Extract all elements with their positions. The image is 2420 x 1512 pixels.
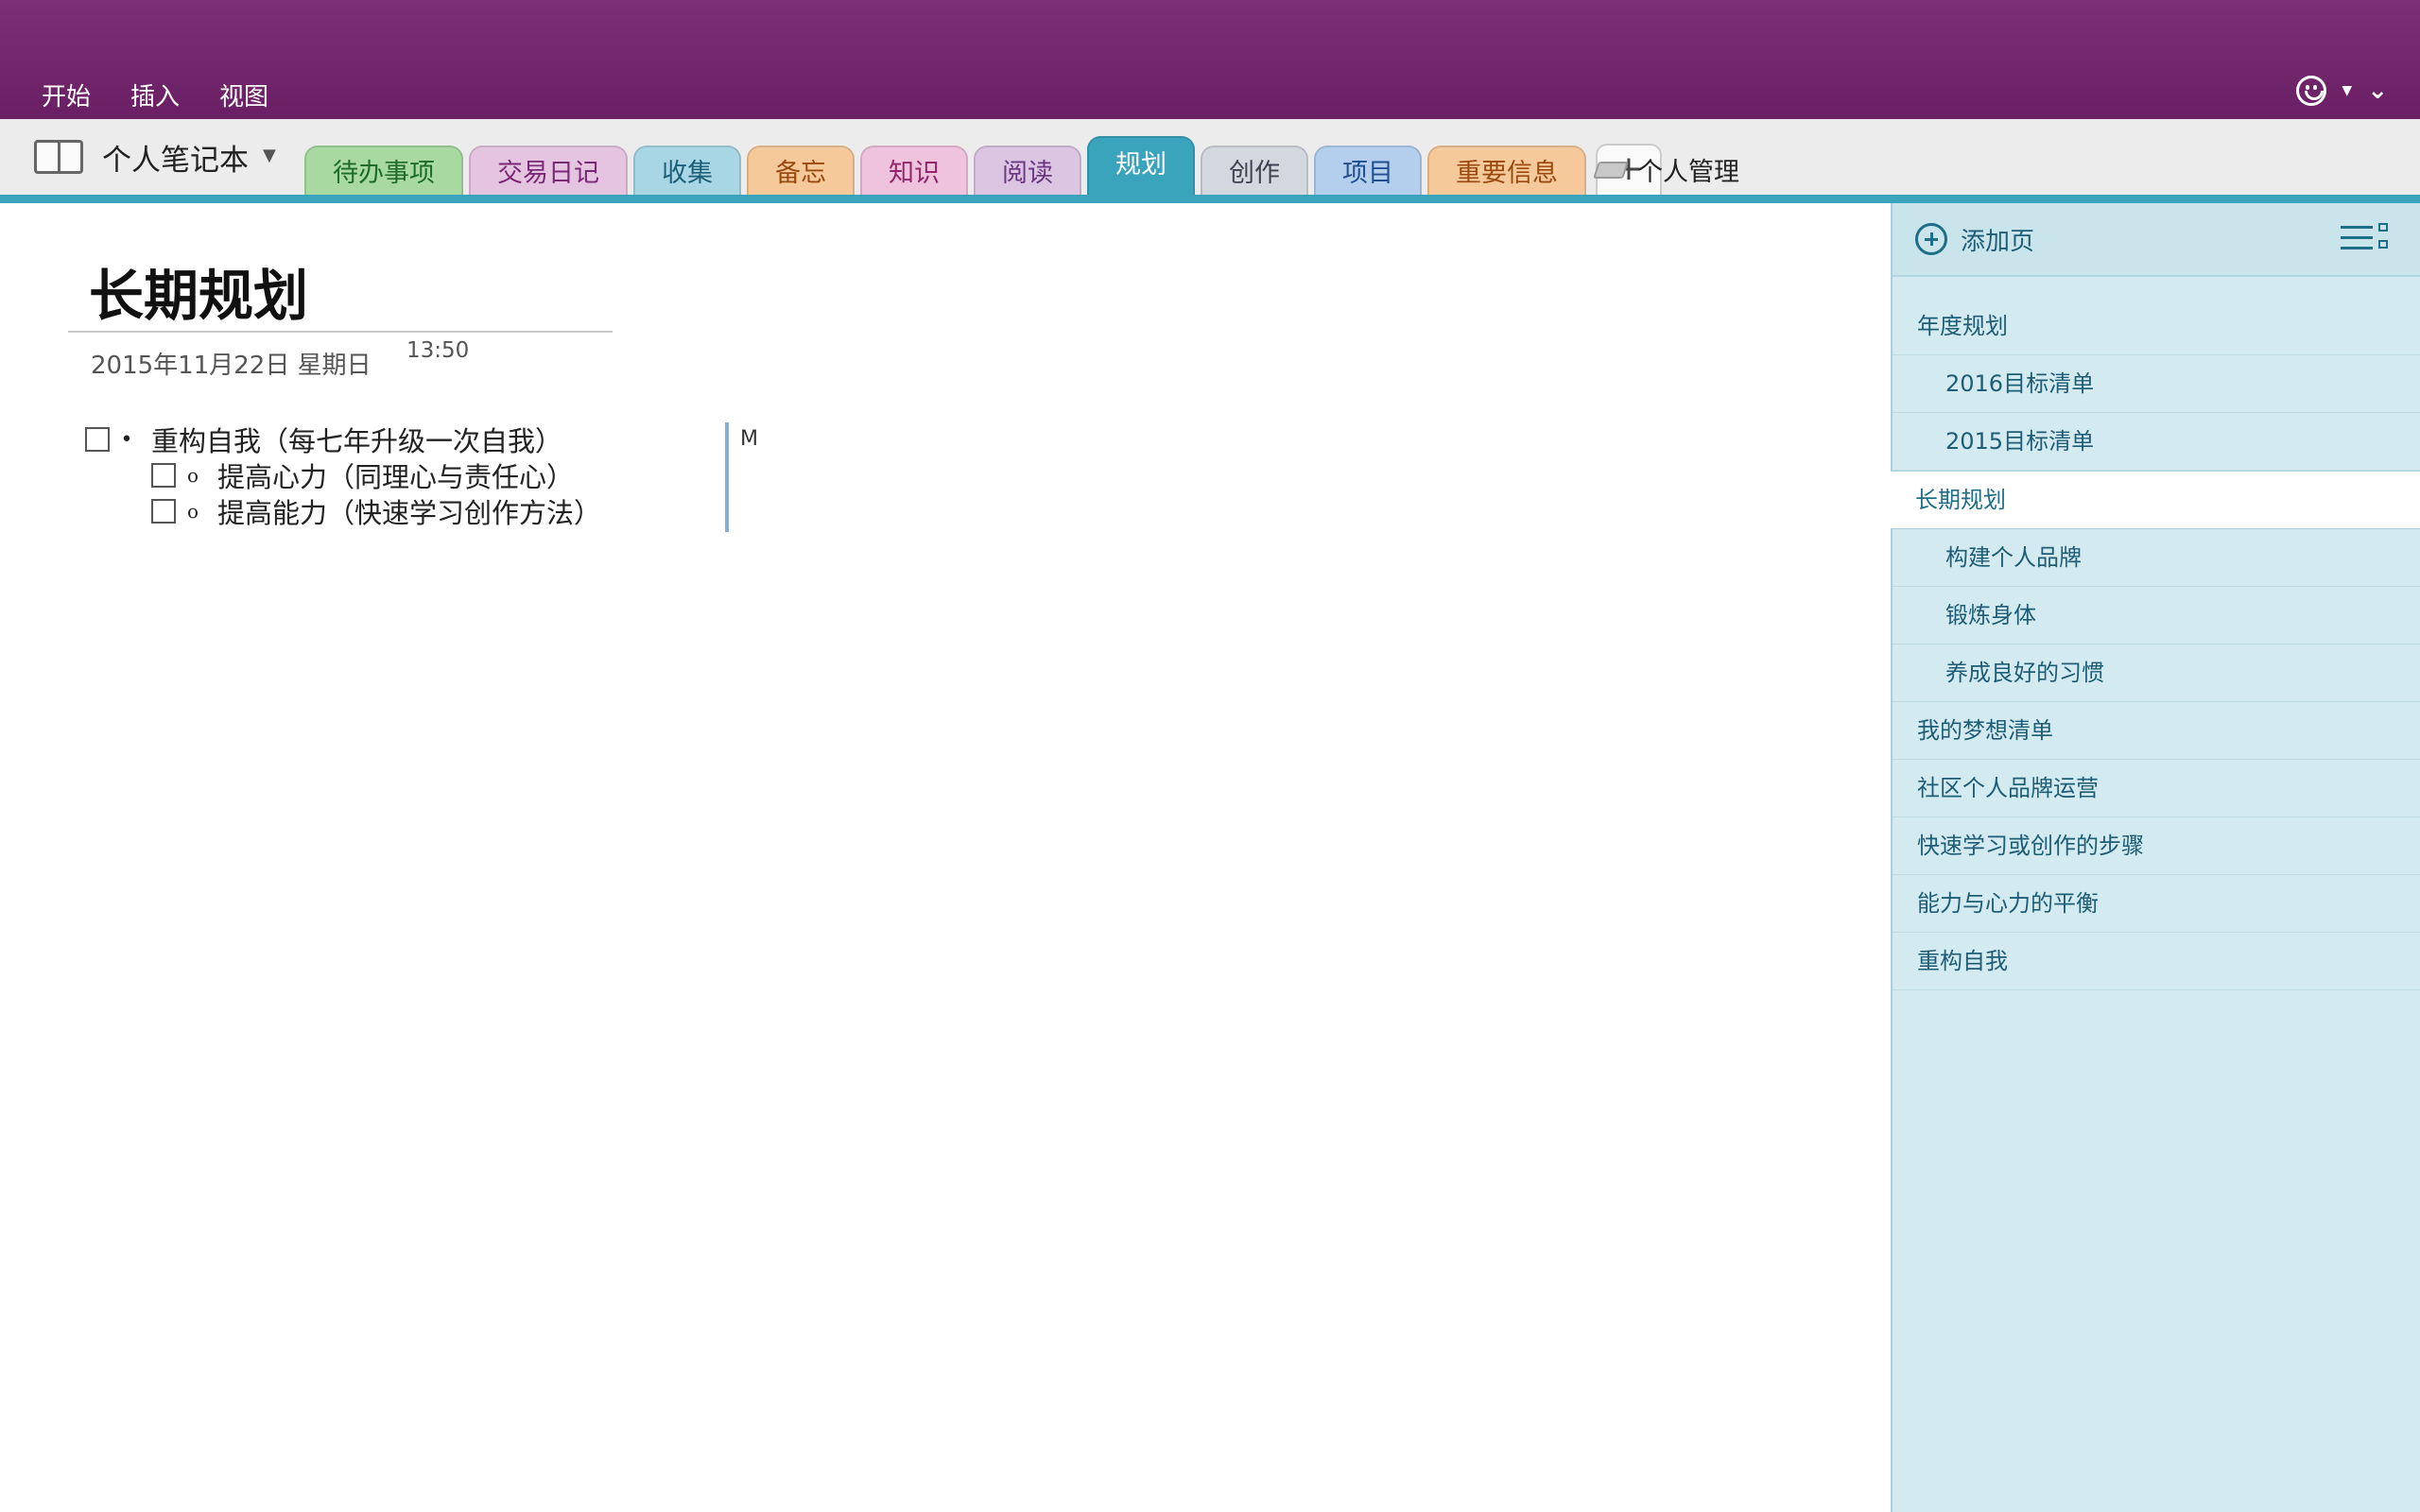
feedback-caret-icon[interactable]: ▼ [2342, 83, 2352, 98]
todo-text[interactable]: 提高能力（快速学习创作方法） [217, 491, 601, 531]
todo-item[interactable]: o 提高心力（同理心与责任心） [85, 457, 601, 493]
note-outline[interactable]: • 重构自我（每七年升级一次自我） o 提高心力（同理心与责任心） o 提高能力（快速学习… [85, 421, 601, 529]
outline-handle[interactable] [725, 422, 729, 532]
feedback-smiley-icon[interactable] [2296, 76, 2327, 106]
tab-9[interactable]: 重要信息 [1427, 146, 1586, 195]
subpage-item[interactable]: 养成良好的习惯 [1893, 644, 2420, 702]
todo-text[interactable]: 提高心力（同理心与责任心） [217, 455, 574, 495]
add-page-plus-icon[interactable] [1915, 223, 1947, 255]
subpage-item[interactable]: 2015目标清单 [1893, 413, 2420, 471]
notebook-icon[interactable] [34, 140, 83, 174]
todo-item[interactable]: o 提高能力（快速学习创作方法） [85, 493, 601, 529]
add-page-button[interactable]: 添加页 [1961, 222, 2034, 257]
section-group-label: 个人管理 [1637, 158, 1739, 187]
page-item[interactable]: 重构自我 [1893, 933, 2420, 990]
menu-view[interactable]: 视图 [206, 77, 295, 112]
tab-1[interactable]: 交易日记 [469, 146, 628, 195]
tab-8[interactable]: 项目 [1314, 146, 1422, 195]
collapse-ribbon-chevron-icon[interactable]: ⌄ [2367, 77, 2388, 105]
notebook-dropdown-caret-icon[interactable]: ▼ [263, 146, 276, 165]
title-divider [68, 331, 613, 333]
tab-6[interactable]: 规划 [1087, 136, 1195, 195]
hollow-bullet-icon: o [186, 500, 199, 523]
subpage-item[interactable]: 构建个人品牌 [1893, 529, 2420, 587]
menu-insert[interactable]: 插入 [117, 77, 206, 112]
page-item[interactable]: 能力与心力的平衡 [1893, 875, 2420, 933]
tab-0[interactable]: 待办事项 [304, 146, 463, 195]
todo-checkbox[interactable] [85, 427, 110, 452]
page-item[interactable]: 社区个人品牌运营 [1893, 760, 2420, 817]
tab-7[interactable]: 创作 [1201, 146, 1308, 195]
todo-checkbox[interactable] [151, 463, 176, 488]
todo-item[interactable]: • 重构自我（每七年升级一次自我） [85, 421, 601, 457]
tab-3[interactable]: 备忘 [747, 146, 855, 195]
subpage-item[interactable]: 锻炼身体 [1893, 587, 2420, 644]
notebook-title[interactable]: 个人笔记本 [102, 136, 249, 179]
title-controls: ▼ ⌄ [2296, 76, 2388, 106]
hollow-bullet-icon: o [186, 464, 199, 487]
page-item[interactable]: 我的梦想清单 [1893, 702, 2420, 760]
subpage-item[interactable]: 2016目标清单 [1893, 355, 2420, 413]
todo-checkbox[interactable] [151, 499, 176, 524]
page-item[interactable]: 快速学习或创作的步骤 [1893, 817, 2420, 875]
section-group-icon [1593, 161, 1629, 179]
menu-start[interactable]: 开始 [28, 77, 117, 112]
section-tabs: 待办事项 交易日记 收集 备忘 知识 阅读 规划 创作 项目 重要信息 + [304, 136, 1662, 195]
page-title[interactable]: 长期规划 [89, 251, 308, 331]
page-date: 2015年11月22日 星期日 [91, 352, 372, 380]
page-list-options-icon[interactable] [2341, 222, 2388, 254]
section-tab-bar: 个人笔记本 ▼ 待办事项 交易日记 收集 备忘 知识 阅读 规划 创作 项目 重要信息 + 个人管理 [0, 119, 2420, 203]
page-item[interactable]: 年度规划 [1893, 298, 2420, 355]
title-bar: 开始 插入 视图 ▼ ⌄ [0, 0, 2420, 119]
page-time: 13:50 [406, 338, 470, 363]
page-item[interactable]: 长期规划 [1891, 471, 2420, 529]
tab-5[interactable]: 阅读 [974, 146, 1081, 195]
tab-4[interactable]: 知识 [860, 146, 968, 195]
side-note-text[interactable]: M [740, 427, 758, 451]
ribbon-menu: 开始 插入 视图 [28, 77, 295, 112]
pages-pane: 添加页 年度规划 2016目标清单 2015目标清单 长期规划 构建个人品牌 锻炼身体 养成… [1891, 203, 2420, 1512]
bullet-icon: • [120, 427, 133, 452]
section-group-personal[interactable]: 个人管理 [1593, 151, 1739, 188]
todo-text[interactable]: 重构自我（每七年升级一次自我） [151, 420, 562, 459]
page-list: 年度规划 2016目标清单 2015目标清单 长期规划 构建个人品牌 锻炼身体 养成良好的习… [1891, 277, 2420, 990]
add-page-bar: 添加页 [1893, 203, 2420, 277]
tab-2[interactable]: 收集 [633, 146, 741, 195]
